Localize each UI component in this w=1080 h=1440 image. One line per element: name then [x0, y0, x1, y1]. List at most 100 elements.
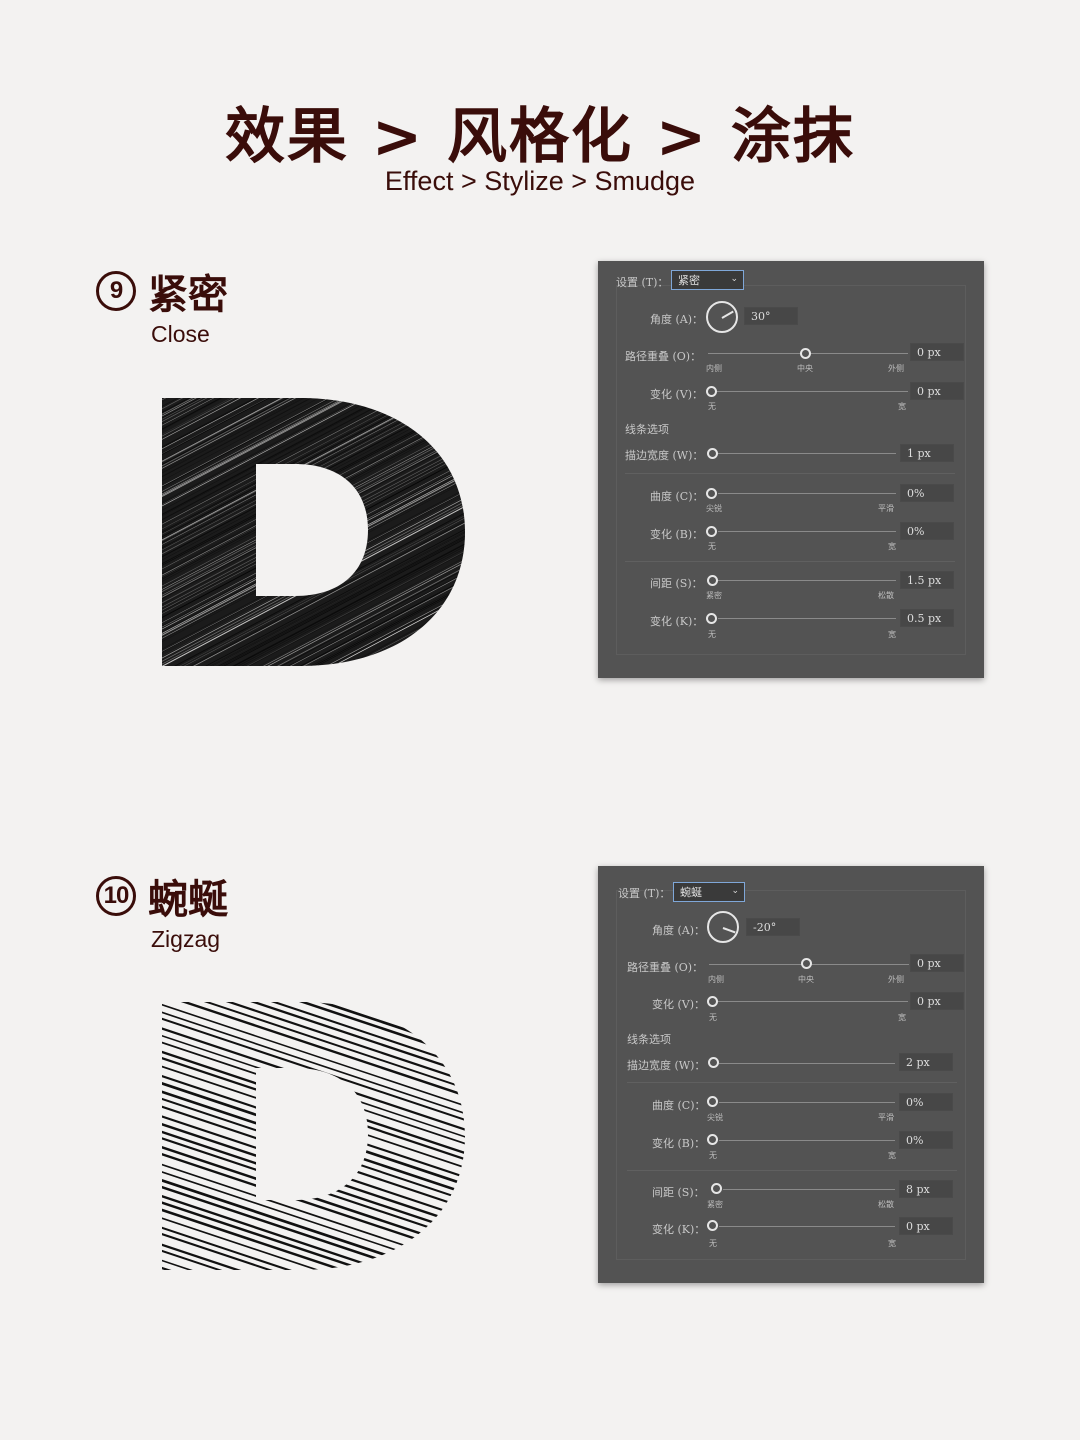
- preset-label: 设置 (T)：: [616, 276, 669, 289]
- variation-k-track[interactable]: [718, 618, 896, 619]
- tick-label: 尖锐: [707, 1113, 723, 1122]
- curviness-label: 曲度 (C)：: [652, 1099, 706, 1112]
- variation-v-slider-knob[interactable]: [707, 996, 718, 1007]
- tick-label: 松散: [878, 591, 894, 600]
- stroke-width-track[interactable]: [719, 1063, 895, 1064]
- path-overlap-slider-knob[interactable]: [800, 348, 811, 359]
- spacing-track[interactable]: [718, 580, 896, 581]
- path-overlap-label: 路径重叠 (O)：: [625, 350, 702, 363]
- variation-k-slider-knob[interactable]: [706, 613, 717, 624]
- tick-label: 内侧: [708, 975, 724, 984]
- spacing-track[interactable]: [723, 1189, 895, 1190]
- stroke-width-slider-knob[interactable]: [707, 448, 718, 459]
- variation-k-label: 变化 (K)：: [650, 615, 704, 628]
- tick-label: 宽: [898, 1013, 906, 1022]
- angle-dial-icon[interactable]: [707, 911, 739, 943]
- section-title-en: Close: [151, 321, 210, 347]
- variation-k-input[interactable]: 0 px: [899, 1217, 953, 1235]
- divider: [625, 473, 955, 474]
- path-overlap-slider-knob[interactable]: [801, 958, 812, 969]
- stroke-width-input[interactable]: 1 px: [900, 444, 954, 462]
- variation-b-input[interactable]: 0%: [900, 522, 954, 540]
- variation-v-slider-knob[interactable]: [706, 386, 717, 397]
- variation-b-slider-knob[interactable]: [707, 1134, 718, 1145]
- section-heading: 10 蜿蜒: [96, 867, 228, 925]
- curviness-input[interactable]: 0%: [899, 1093, 953, 1111]
- variation-k-input[interactable]: 0.5 px: [900, 609, 954, 627]
- curviness-slider-knob[interactable]: [706, 488, 717, 499]
- hatch-line: [162, 1252, 465, 1270]
- variation-k-slider-knob[interactable]: [707, 1220, 718, 1231]
- tick-label: 无: [708, 542, 716, 551]
- section-number-badge: 9: [96, 271, 136, 311]
- curviness-slider-knob[interactable]: [707, 1096, 718, 1107]
- angle-dial-icon[interactable]: [706, 301, 738, 333]
- line-options-label: 线条选项: [627, 1033, 671, 1046]
- tick-label: 内侧: [706, 364, 722, 373]
- path-overlap-input[interactable]: 0 px: [910, 954, 964, 972]
- hatch-line: [162, 1194, 465, 1270]
- spacing-input[interactable]: 1.5 px: [900, 571, 954, 589]
- variation-b-track[interactable]: [719, 1140, 895, 1141]
- divider: [625, 561, 955, 562]
- angle-input[interactable]: 30°: [744, 307, 798, 325]
- spacing-input[interactable]: 8 px: [899, 1180, 953, 1198]
- tick-label: 宽: [888, 542, 896, 551]
- hatch-line: [160, 668, 470, 672]
- hatch-line: [162, 1267, 465, 1270]
- spacing-label: 间距 (S)：: [652, 1186, 705, 1199]
- variation-b-input[interactable]: 0%: [899, 1131, 953, 1149]
- curviness-label: 曲度 (C)：: [650, 490, 704, 503]
- preset-label: 设置 (T)：: [618, 887, 671, 900]
- dialog-frame: [616, 285, 966, 655]
- curviness-track[interactable]: [719, 1102, 895, 1103]
- tick-label: 紧密: [707, 1200, 723, 1209]
- curviness-input[interactable]: 0%: [900, 484, 954, 502]
- zigzag-hatch-lines: [160, 996, 470, 1270]
- variation-k-track[interactable]: [719, 1226, 895, 1227]
- section-title-en: Zigzag: [151, 926, 221, 952]
- path-overlap-input[interactable]: 0 px: [910, 343, 964, 361]
- spacing-slider-knob[interactable]: [707, 575, 718, 586]
- hatch-line: [162, 1002, 465, 1101]
- chevron-down-icon: ⌄: [731, 886, 739, 896]
- tick-label: 外侧: [888, 975, 904, 984]
- line-options-label: 线条选项: [625, 423, 669, 436]
- spacing-slider-knob[interactable]: [711, 1183, 722, 1194]
- variation-v-input[interactable]: 0 px: [910, 382, 964, 400]
- tick-label: 无: [708, 402, 716, 411]
- hatch-line: [160, 996, 470, 997]
- tick-label: 宽: [888, 1239, 896, 1248]
- divider: [627, 1082, 957, 1083]
- tick-label: 紧密: [706, 591, 722, 600]
- stroke-width-track[interactable]: [718, 453, 896, 454]
- hatch-line: [160, 670, 470, 672]
- path-overlap-label: 路径重叠 (O)：: [627, 961, 704, 974]
- variation-v-track[interactable]: [718, 1001, 908, 1002]
- tick-label: 宽: [898, 402, 906, 411]
- page-title: 效果 > 风格化 > 涂抹: [224, 102, 856, 172]
- stroke-width-input[interactable]: 2 px: [899, 1053, 953, 1071]
- tick-label: 无: [709, 1239, 717, 1248]
- tick-label: 无: [708, 630, 716, 639]
- close-hatch-lines: [160, 398, 470, 672]
- smudge-letter-zigzag: D: [160, 996, 470, 1270]
- stroke-width-label: 描边宽度 (W)：: [625, 449, 704, 462]
- stroke-width-label: 描边宽度 (W)：: [627, 1059, 706, 1072]
- angle-input[interactable]: -20°: [746, 918, 800, 936]
- preset-dropdown[interactable]: 紧密 ⌄: [671, 270, 744, 290]
- curviness-track[interactable]: [718, 493, 896, 494]
- variation-v-track[interactable]: [716, 391, 908, 392]
- variation-b-slider-knob[interactable]: [706, 526, 717, 537]
- preset-value: 紧密: [678, 274, 700, 287]
- preset-dropdown[interactable]: 蜿蜒 ⌄: [673, 882, 745, 902]
- hatch-line: [162, 1034, 465, 1157]
- spacing-label: 间距 (S)：: [650, 577, 703, 590]
- tick-label: 无: [709, 1013, 717, 1022]
- chevron-down-icon: ⌄: [730, 274, 738, 284]
- stroke-width-slider-knob[interactable]: [708, 1057, 719, 1068]
- tick-label: 平滑: [878, 1113, 894, 1122]
- hatch-line: [160, 669, 470, 672]
- variation-b-track[interactable]: [718, 531, 896, 532]
- variation-v-input[interactable]: 0 px: [910, 992, 964, 1010]
